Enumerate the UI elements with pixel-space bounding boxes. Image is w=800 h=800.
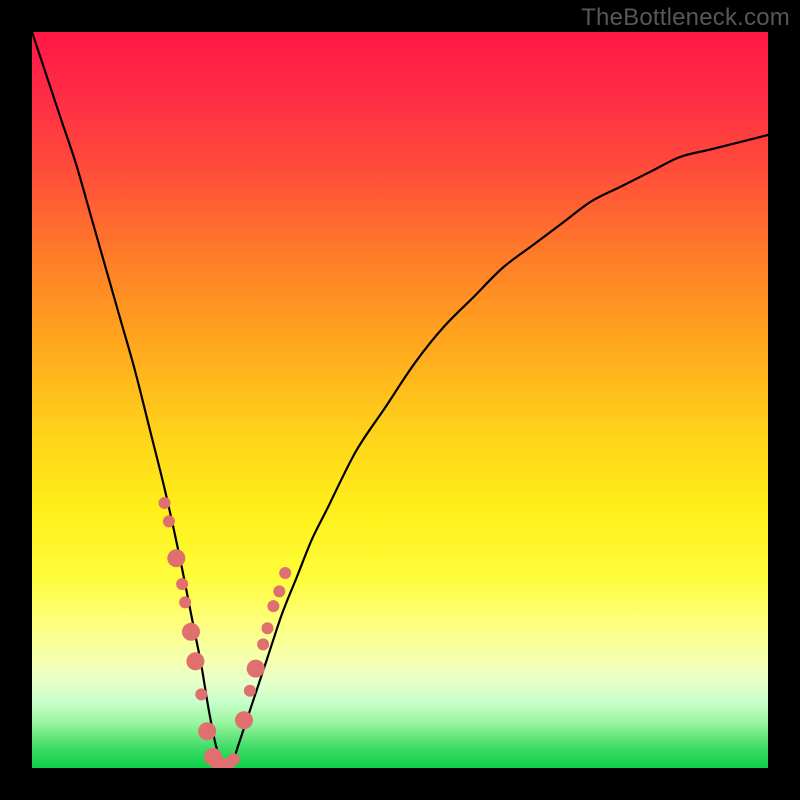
bottleneck-chart-svg: [32, 32, 768, 768]
highlight-dot: [179, 596, 191, 608]
highlight-dot: [244, 685, 256, 697]
highlight-dot: [262, 622, 274, 634]
highlight-dot: [186, 652, 204, 670]
highlight-dot: [167, 549, 185, 567]
highlight-dot: [235, 711, 253, 729]
highlight-dot: [159, 497, 171, 509]
chart-frame: TheBottleneck.com: [0, 0, 800, 800]
highlight-dot: [228, 753, 240, 765]
bottleneck-curve: [32, 32, 768, 768]
highlight-dot: [279, 567, 291, 579]
highlight-dot: [257, 638, 269, 650]
plot-area: [32, 32, 768, 768]
highlight-dot: [163, 515, 175, 527]
highlight-dot: [247, 660, 265, 678]
highlight-dot: [195, 688, 207, 700]
highlight-dot: [176, 578, 188, 590]
highlight-dot: [273, 585, 285, 597]
highlight-dot: [198, 722, 216, 740]
highlight-dot: [182, 623, 200, 641]
watermark-text: TheBottleneck.com: [581, 4, 790, 32]
highlight-dot: [267, 600, 279, 612]
highlight-dots-group: [159, 497, 292, 768]
